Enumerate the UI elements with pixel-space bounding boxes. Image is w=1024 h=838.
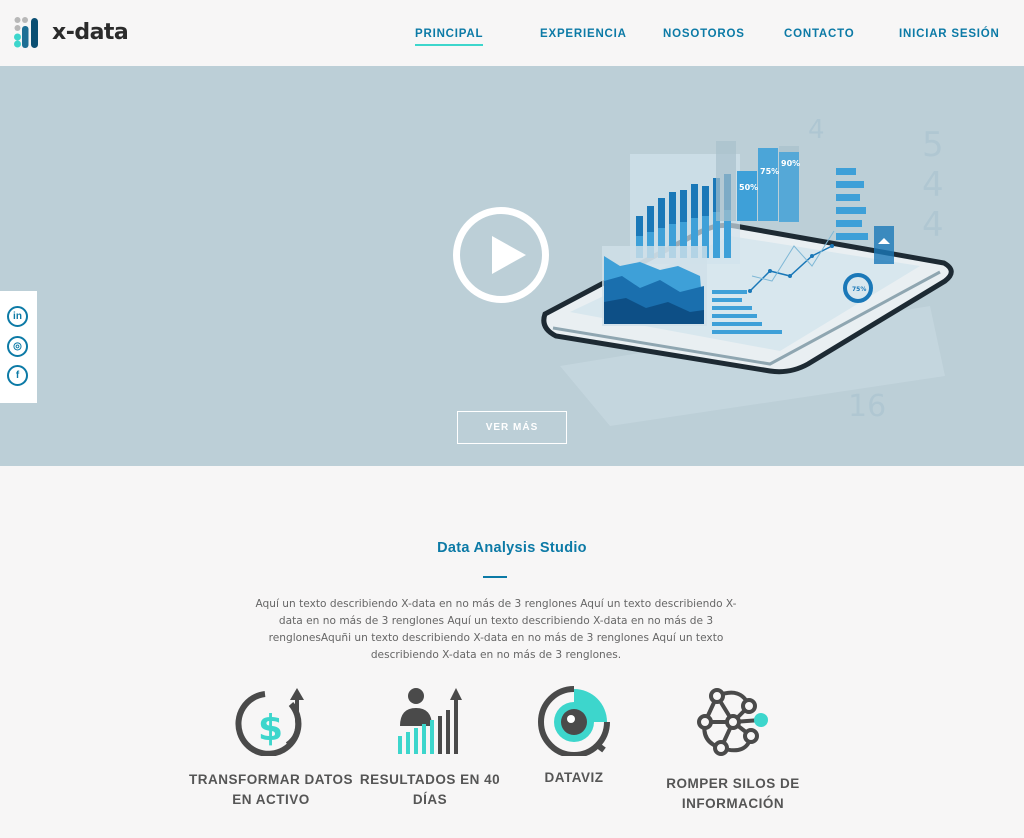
svg-text:5: 5 <box>922 125 944 165</box>
section-title: Data Analysis Studio <box>437 540 587 556</box>
play-video-button[interactable] <box>453 207 549 303</box>
ver-mas-button[interactable]: VER MÁS <box>457 411 567 444</box>
svg-text:16: 16 <box>848 389 886 424</box>
section-description: Aquí un texto describiendo X-data en no … <box>255 598 737 661</box>
facebook-icon[interactable]: f <box>7 365 28 386</box>
hero-banner: 4 5 4 4 16 50% 75% 90% 75% VER MÁS <box>0 66 1024 466</box>
person-chart-icon <box>394 686 466 756</box>
network-nodes-icon <box>697 686 769 756</box>
main-nav: PRINCIPAL EXPERIENCIA NOSOTOROS CONTACTO… <box>0 28 1024 48</box>
percent-label: 50% <box>739 183 758 192</box>
feature-label: DATAVIZ <box>544 770 604 785</box>
percent-label: 90% <box>781 159 800 168</box>
svg-text:4: 4 <box>922 205 944 245</box>
nav-contacto[interactable]: CONTACTO <box>784 28 855 40</box>
dataviz-chart-icon <box>538 686 610 758</box>
nav-iniciar-sesion[interactable]: INICIAR SESIÓN <box>899 28 1000 40</box>
linkedin-icon[interactable]: in <box>7 306 28 327</box>
svg-text:4: 4 <box>922 165 944 205</box>
play-icon <box>492 236 526 274</box>
feature-label: TRANSFORMAR DATOS EN ACTIVO <box>189 772 353 807</box>
title-divider <box>483 576 507 578</box>
feature-silos: ROMPER SILOS DE INFORMACIÓN <box>648 686 818 811</box>
percent-label: 75% <box>760 167 779 176</box>
dollar-growth-icon: $ <box>235 686 307 757</box>
site-header: x-data PRINCIPAL EXPERIENCIA NOSOTOROS C… <box>0 0 1024 66</box>
nav-principal[interactable]: PRINCIPAL <box>415 28 484 46</box>
feature-dataviz: DATAVIZ <box>489 686 659 785</box>
nav-nosotoros[interactable]: NOSOTOROS <box>663 28 745 40</box>
percent-label: 75% <box>852 286 866 293</box>
svg-text:$: $ <box>258 708 283 749</box>
instagram-icon[interactable]: ◎ <box>7 336 28 357</box>
feature-transformar: $ TRANSFORMAR DATOS EN ACTIVO <box>186 686 356 807</box>
feature-label: ROMPER SILOS DE INFORMACIÓN <box>666 776 800 811</box>
svg-text:4: 4 <box>808 115 825 145</box>
nav-experiencia[interactable]: EXPERIENCIA <box>540 28 627 40</box>
social-sidebar: in ◎ f <box>0 291 37 403</box>
